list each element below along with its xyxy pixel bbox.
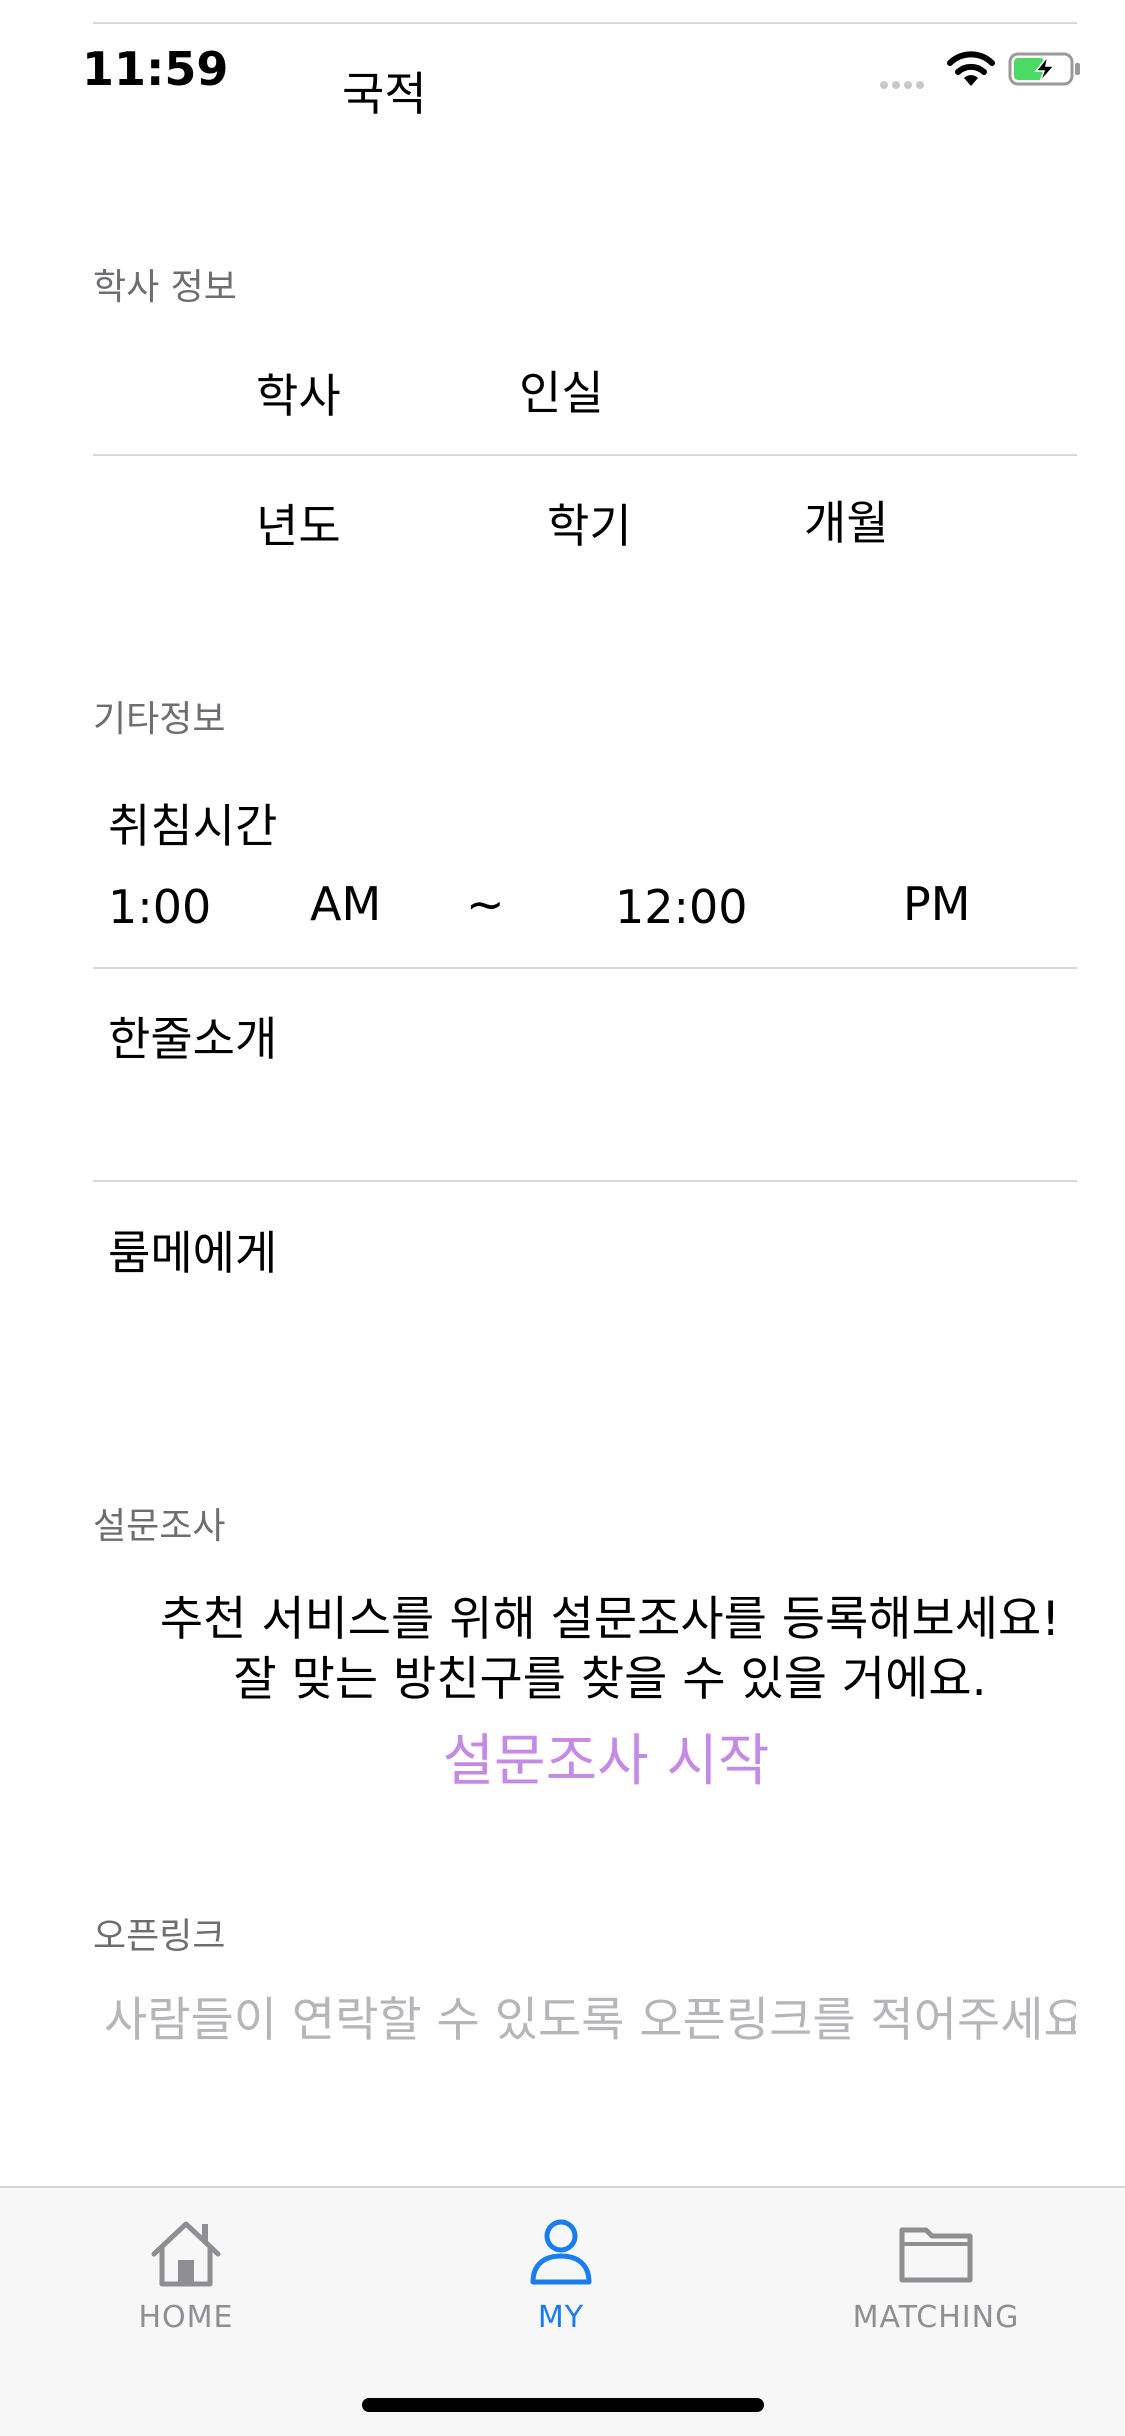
academic-info-header: 학사 정보 [93, 267, 237, 308]
tab-my[interactable]: MY [411, 2216, 711, 2335]
survey-header: 설문조사 [93, 1506, 226, 1547]
wifi-icon [947, 51, 995, 86]
tab-matching-label: MATCHING [852, 2300, 1020, 2335]
person-icon [530, 2219, 592, 2285]
folder-icon [899, 2227, 973, 2283]
top-separator [93, 22, 1077, 24]
bedtime-start-time[interactable]: 1:00 [108, 880, 211, 934]
room-type-field[interactable]: 인실 [519, 357, 604, 423]
survey-description-line2: 잘 맞는 방친구를 찾을 수 있을 거에요. [233, 1652, 987, 1707]
nationality-label: 국적 [342, 67, 427, 121]
tab-bar-border [0, 2186, 1125, 2188]
degree-field[interactable]: 학사 [256, 360, 341, 426]
battery-charging-icon [1008, 52, 1080, 86]
survey-description-line1: 추천 서비스를 위해 설문조사를 등록해보세요! [159, 1592, 1061, 1647]
year-field[interactable]: 년도 [256, 490, 341, 556]
semester-field[interactable]: 학기 [547, 490, 632, 556]
bedtime-label: 취침시간 [108, 799, 278, 853]
other-info-header: 기타정보 [93, 699, 226, 740]
months-field[interactable]: 개월 [804, 487, 889, 553]
start-survey-button[interactable]: 설문조사 시작 [0, 1716, 1125, 1797]
openlink-header: 오픈링크 [93, 1916, 226, 1957]
intro-label[interactable]: 한줄소개 [108, 1003, 277, 1069]
home-indicator [362, 2398, 764, 2412]
to-roommate-label[interactable]: 룸메에게 [108, 1217, 277, 1283]
bedtime-divider [93, 967, 1077, 969]
bedtime-start-ampm[interactable]: AM [310, 877, 381, 931]
cellular-signal-icon [880, 74, 928, 93]
tab-home[interactable]: HOME [36, 2216, 336, 2335]
tab-matching[interactable]: MATCHING [786, 2216, 1086, 2335]
bedtime-end-ampm[interactable]: PM [903, 877, 970, 931]
status-time: 11:59 [82, 42, 229, 96]
bedtime-end-time[interactable]: 12:00 [615, 880, 748, 934]
tab-home-label: HOME [138, 2300, 234, 2335]
openlink-input[interactable] [104, 1985, 1076, 2055]
tab-my-label: MY [537, 2300, 585, 2335]
academic-row-divider [93, 454, 1077, 456]
house-icon [151, 2221, 221, 2287]
bedtime-separator: ~ [466, 877, 505, 931]
intro-divider [93, 1180, 1077, 1182]
